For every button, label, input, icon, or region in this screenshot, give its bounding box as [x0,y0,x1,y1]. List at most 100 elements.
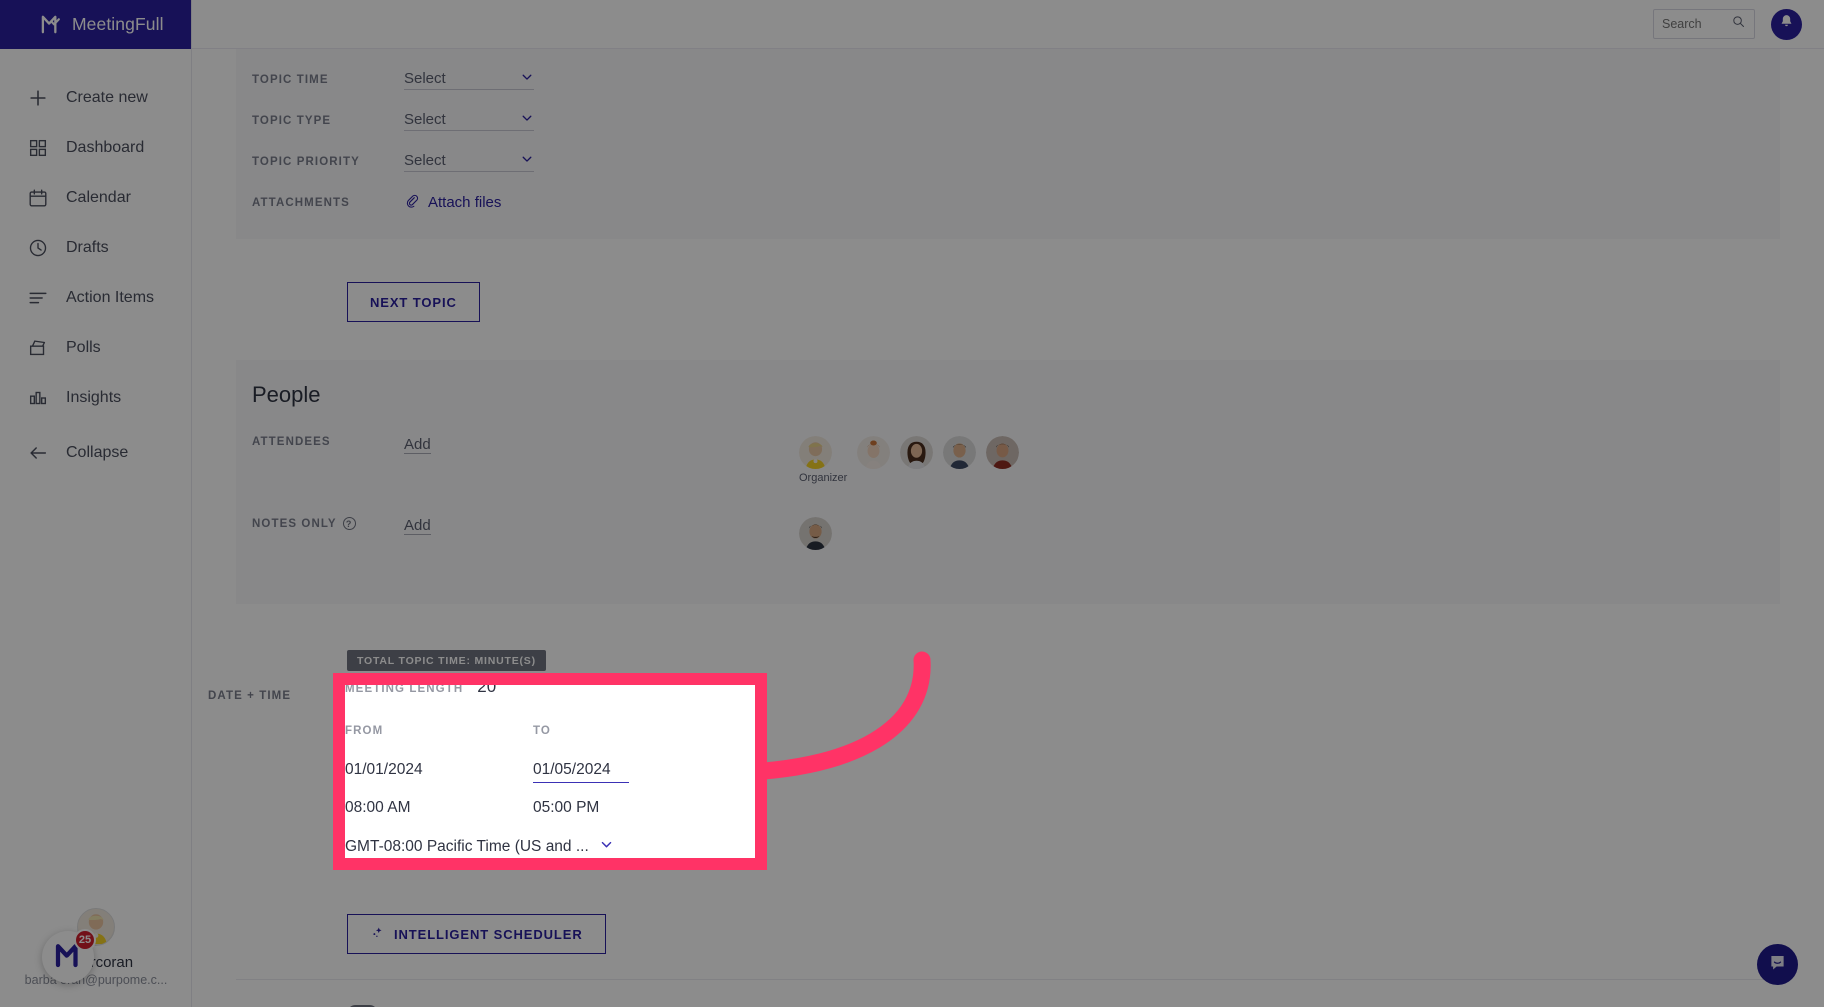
meeting-length-label: Meeting length [345,683,464,695]
notes-only-avatar-list [799,517,832,550]
total-topic-time-badge: TOTAL TOPIC TIME: MINUTE(S) [347,650,546,671]
sidebar-item-label: Insights [66,389,122,406]
meetingfull-logo-icon [40,13,63,36]
chat-launcher-sidebar[interactable]: 25 [42,929,96,983]
app-window: MeetingFull Create new Dashboard Calenda… [0,0,1824,1007]
topic-type-select[interactable]: Select [404,111,534,131]
topic-priority-select[interactable]: Select [404,152,534,172]
from-date-input[interactable]: 01/01/2024 [345,761,423,779]
chat-launcher-button[interactable] [1757,944,1798,985]
sidebar-item-dashboard[interactable]: Dashboard [0,123,191,173]
date-time-label: Date + Time [208,690,292,702]
chat-launcher-icon [1767,952,1788,978]
form-row-attachments: Attachments Attach files [252,182,1780,223]
select-value: Select [404,69,446,87]
field-label: Topic time [252,73,329,86]
avatar-attendee-2[interactable] [857,436,891,469]
sidebar-profile[interactable]: a Corcoran barba oran@purpome.c... [0,908,192,987]
sidebar-item-create-new[interactable]: Create new [0,73,191,123]
sidebar-item-label: Calendar [66,189,131,206]
avatar-attendee-3[interactable] [900,436,934,469]
intelligent-scheduler-button[interactable]: INTELLIGENT SCHEDULER [347,914,606,954]
to-date-input[interactable]: 01/05/2024 [533,761,629,783]
avatar-attendee-4[interactable] [943,436,977,469]
attach-files-label: Attach files [428,194,502,211]
search-box[interactable] [1653,9,1755,39]
bar-chart-icon [27,387,49,409]
next-topic-button[interactable]: NEXT TOPIC [347,282,480,322]
select-value: Select [404,151,446,169]
meeting-length-value[interactable]: 20 [477,685,496,697]
arrow-left-icon [27,442,49,464]
to-label: To [533,725,551,737]
form-row-topic-type: Topic type Select [252,100,1780,141]
chat-badge-count: 25 [74,929,96,951]
avatar-notes-1[interactable] [799,517,832,550]
sidebar-item-drafts[interactable]: Drafts [0,223,191,273]
chevron-down-icon [599,837,614,857]
form-row-topic-time: Topic time Select [252,59,1780,100]
polls-icon [27,337,49,359]
topic-time-select[interactable]: Select [404,70,534,90]
list-lines-icon [27,287,49,309]
topic-form-panel: Topic time Select Topic type Select [236,49,1780,239]
from-time-input[interactable]: 08:00 AM [345,799,411,817]
form-row-topic-priority: Topic priority Select [252,141,1780,182]
sidebar-item-label: Polls [66,339,101,356]
organizer-tag: Organizer [799,472,848,484]
from-label: From [345,725,384,737]
attach-files-button[interactable]: Attach files [404,193,501,212]
field-label: Attachments [252,196,350,209]
profile-email: barba oran@purpome.c... [24,973,168,987]
add-attendee-link[interactable]: Add [404,436,431,454]
avatar-organizer[interactable] [799,436,832,469]
timezone-select[interactable]: GMT-08:00 Pacific Time (US and ... [345,837,614,857]
timezone-value: GMT-08:00 Pacific Time (US and ... [345,838,589,855]
calendar-icon [27,187,49,209]
people-panel: People Attendees Add [236,360,1780,604]
brand: MeetingFull [0,0,191,49]
sidebar-item-label: Dashboard [66,139,145,156]
select-value: Select [404,110,446,128]
notes-only-label: Notes only ? [252,517,404,530]
sidebar-item-label: Create new [66,89,148,106]
sparkle-icon [370,925,385,943]
sidebar-nav: Create new Dashboard Calendar Drafts Act… [0,49,191,478]
screen-root: MeetingFull Create new Dashboard Calenda… [0,0,1824,1007]
topbar [192,0,1824,49]
field-label: Topic type [252,114,332,127]
sidebar-item-polls[interactable]: Polls [0,323,191,373]
question-circle-icon[interactable]: ? [342,517,356,530]
paperclip-icon [404,193,419,212]
sidebar: MeetingFull Create new Dashboard Calenda… [0,0,192,1007]
sidebar-item-label: Action Items [66,289,155,306]
search-icon[interactable] [1731,14,1746,34]
avatar-attendee-5[interactable] [986,436,1020,469]
to-time-input[interactable]: 05:00 PM [533,799,599,817]
search-input[interactable] [1662,17,1725,31]
intelligent-scheduler-label: INTELLIGENT SCHEDULER [394,926,583,942]
notes-only-text: Notes only [252,517,337,530]
attendee-avatar-list: Organizer [799,436,1020,484]
bell-icon [1778,13,1795,35]
date-range-highlight-callout: Meeting length 20 From To 01/01/2024 01/… [333,673,767,870]
sidebar-item-label: Drafts [66,239,109,256]
chevron-down-icon [520,70,534,87]
add-notes-only-link[interactable]: Add [404,517,431,535]
field-label: Topic priority [252,155,360,168]
brand-name: MeetingFull [72,14,164,34]
page-title: People [252,382,321,407]
sidebar-item-label: Collapse [66,444,129,461]
grid-icon [27,137,49,159]
divider [236,979,1780,980]
chevron-down-icon [520,152,534,169]
clock-icon [27,237,49,259]
sidebar-item-collapse[interactable]: Collapse [0,428,191,478]
sidebar-item-action-items[interactable]: Action Items [0,273,191,323]
attendees-label: Attendees [252,436,331,448]
plus-icon [27,87,49,109]
sidebar-item-calendar[interactable]: Calendar [0,173,191,223]
sidebar-item-insights[interactable]: Insights [0,373,191,423]
chevron-down-icon [520,111,534,128]
notifications-button[interactable] [1771,8,1802,40]
